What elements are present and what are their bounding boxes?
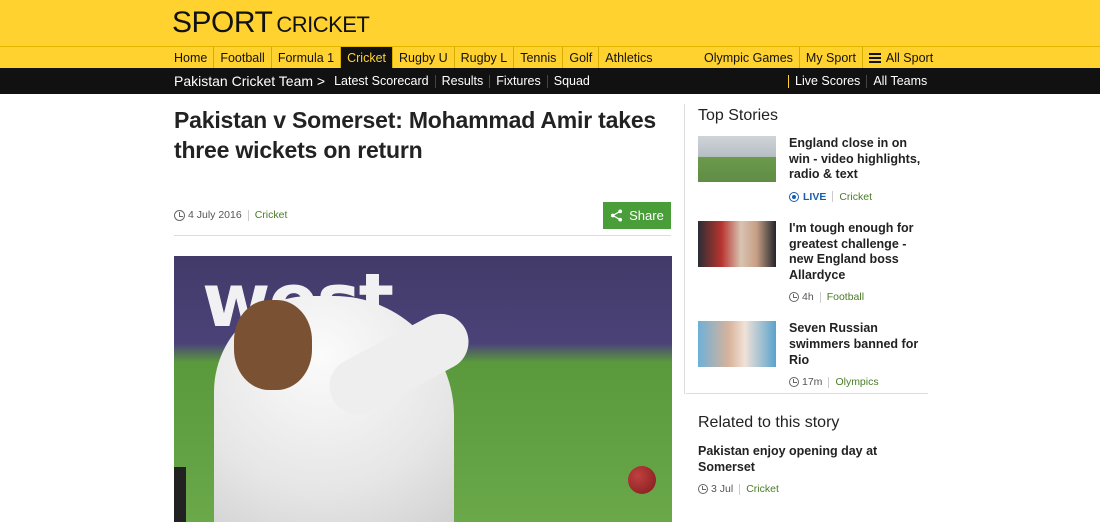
- nav-all-sport[interactable]: All Sport: [863, 47, 939, 68]
- story-time: 17m: [802, 376, 823, 389]
- divider: [828, 376, 830, 388]
- nav-formula-1[interactable]: Formula 1: [272, 47, 342, 68]
- nav-athletics[interactable]: Athletics: [599, 47, 658, 68]
- nav-results[interactable]: Results: [436, 74, 491, 88]
- nav-my-sport[interactable]: My Sport: [800, 47, 863, 68]
- primary-nav-left: Home Football Formula 1 Cricket Rugby U …: [168, 47, 659, 68]
- story-time: 4h: [802, 291, 814, 304]
- player-head: [234, 299, 312, 390]
- related-story-section-link[interactable]: Cricket: [746, 483, 779, 495]
- clock-icon: [789, 377, 799, 388]
- related-story-title[interactable]: Pakistan enjoy opening day at Somerset: [698, 444, 928, 475]
- divider: [832, 191, 834, 203]
- related-stories: Related to this story Pakistan enjoy ope…: [698, 414, 928, 495]
- masthead: SPORT CRICKET: [0, 0, 1100, 46]
- nav-rugby-union[interactable]: Rugby U: [393, 47, 455, 68]
- story-thumbnail: [698, 136, 776, 182]
- divider: [247, 209, 249, 221]
- nav-golf[interactable]: Golf: [563, 47, 600, 68]
- article-hero-image: west: [174, 255, 672, 522]
- story-thumbnail: [698, 220, 776, 267]
- share-button[interactable]: Share: [603, 201, 671, 229]
- secondary-nav-left: Pakistan Cricket Team > Latest Scorecard…: [168, 68, 596, 94]
- story-title[interactable]: England close in on win - video highligh…: [789, 136, 928, 183]
- story-item[interactable]: I'm tough enough for greatest challenge …: [698, 220, 928, 303]
- column-divider: [684, 104, 685, 394]
- cricket-ball: [628, 465, 656, 494]
- nav-tennis[interactable]: Tennis: [514, 47, 564, 68]
- story-item[interactable]: England close in on win - video highligh…: [698, 136, 928, 203]
- story-title[interactable]: Seven Russian swimmers banned for Rio: [789, 321, 928, 368]
- related-story-time: 3 Jul: [711, 483, 734, 496]
- nav-rugby-league[interactable]: Rugby L: [455, 47, 515, 68]
- story-meta: 17m Olympics: [789, 376, 928, 388]
- nav-cricket[interactable]: Cricket: [341, 47, 394, 68]
- image-credit: [174, 466, 186, 522]
- story-section-link[interactable]: Football: [827, 291, 864, 303]
- live-badge: LIVE: [803, 190, 827, 203]
- article-date: 4 July 2016: [188, 209, 242, 222]
- secondary-nav-right: Live Scores All Teams: [788, 68, 933, 94]
- story-title[interactable]: I'm tough enough for greatest challenge …: [789, 221, 928, 284]
- story-item[interactable]: Seven Russian swimmers banned for Rio 17…: [698, 321, 928, 388]
- article-headline: Pakistan v Somerset: Mohammad Amir takes…: [174, 107, 656, 163]
- primary-nav-right: Olympic Games My Sport All Sport: [698, 47, 939, 68]
- divider: [739, 483, 741, 495]
- nav-home[interactable]: Home: [168, 47, 215, 68]
- brand-section: CRICKET: [276, 12, 370, 37]
- story-thumbnail: [698, 321, 776, 368]
- nav-live-scores[interactable]: Live Scores: [788, 74, 868, 88]
- story-meta: LIVE Cricket: [789, 191, 928, 203]
- clock-icon: [174, 209, 185, 221]
- nav-latest-scorecard[interactable]: Latest Scorecard: [328, 74, 436, 88]
- live-icon: [789, 191, 799, 202]
- top-stories-heading: Top Stories: [698, 107, 779, 124]
- nav-fixtures[interactable]: Fixtures: [490, 74, 548, 88]
- story-meta: 4h Football: [789, 291, 928, 303]
- brand-title: SPORT: [172, 6, 273, 39]
- clock-icon: [789, 292, 799, 303]
- article: Pakistan v Somerset: Mohammad Amir takes…: [174, 94, 672, 522]
- top-stories: Top Stories England close in on win - vi…: [698, 94, 928, 388]
- related-story-meta: 3 Jul Cricket: [698, 483, 928, 495]
- article-meta: 4 July 2016 Cricket Share: [174, 196, 671, 236]
- secondary-nav: Pakistan Cricket Team > Latest Scorecard…: [0, 68, 1100, 94]
- article-section-link[interactable]: Cricket: [255, 209, 288, 221]
- nav-squad[interactable]: Squad: [548, 74, 596, 88]
- share-icon: [611, 209, 623, 222]
- menu-icon: [868, 52, 881, 63]
- team-link[interactable]: Pakistan Cricket Team >: [168, 74, 328, 88]
- share-label: Share: [629, 207, 664, 223]
- story-section-link[interactable]: Cricket: [839, 191, 872, 203]
- clock-icon: [698, 484, 708, 495]
- related-divider: [686, 393, 928, 394]
- story-section-link[interactable]: Olympics: [835, 376, 878, 388]
- nav-olympic-games[interactable]: Olympic Games: [698, 47, 800, 68]
- sport-logo[interactable]: SPORT CRICKET: [172, 6, 370, 39]
- nav-all-teams[interactable]: All Teams: [867, 74, 933, 88]
- nav-football[interactable]: Football: [214, 47, 272, 68]
- related-heading: Related to this story: [698, 414, 840, 431]
- divider: [819, 291, 821, 303]
- nav-all-sport-label: All Sport: [885, 50, 934, 65]
- primary-nav: Home Football Formula 1 Cricket Rugby U …: [0, 46, 1100, 68]
